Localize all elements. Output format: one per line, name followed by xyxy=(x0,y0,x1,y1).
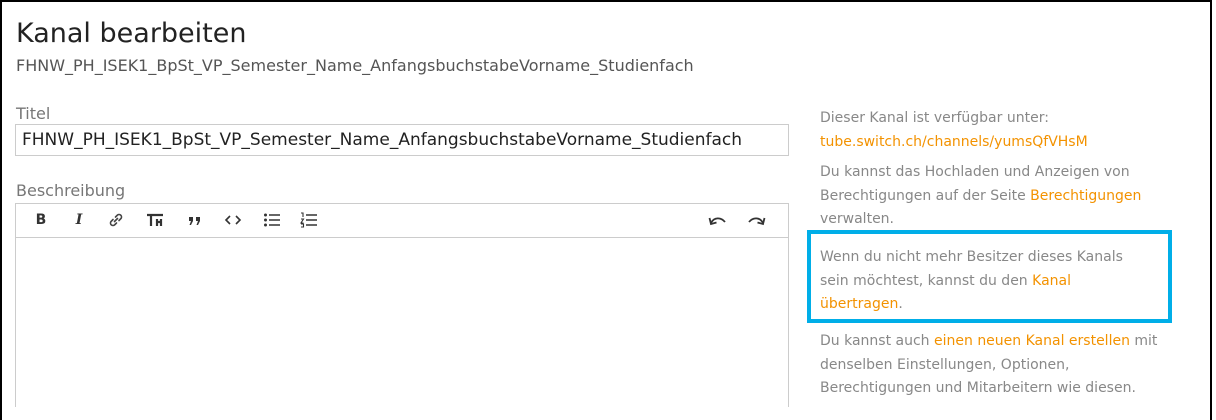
editor-toolbar: B I xyxy=(16,204,788,238)
heading-icon[interactable] xyxy=(144,207,166,233)
link-icon[interactable] xyxy=(105,207,127,233)
permissions-text-2: Berechtigungen auf der Seite xyxy=(820,187,1026,204)
new-channel-text-3: denselben Einstellungen, Optionen, xyxy=(820,356,1070,373)
channel-url-link[interactable]: tube.switch.ch/channels/yumsQfVHsM xyxy=(820,134,1088,150)
ordered-list-icon[interactable] xyxy=(298,207,320,233)
permissions-info: Du kannst das Hochladen und Anzeigen von… xyxy=(820,161,1141,232)
redo-icon[interactable] xyxy=(744,207,768,233)
description-label: Beschreibung xyxy=(16,181,126,200)
new-channel-info: Du kannst auch einen neuen Kanal erstell… xyxy=(820,330,1157,401)
bullet-list-icon[interactable] xyxy=(261,207,283,233)
quote-icon[interactable] xyxy=(184,207,206,233)
new-channel-text-1: Du kannst auch xyxy=(820,333,930,349)
title-label: Titel xyxy=(16,104,51,123)
availability-info: Dieser Kanal ist verfügbar unter: tube.s… xyxy=(820,107,1088,154)
permissions-link[interactable]: Berechtigungen xyxy=(1030,188,1141,204)
description-editor[interactable]: B I xyxy=(15,203,789,407)
new-channel-link[interactable]: einen neuen Kanal erstellen xyxy=(934,333,1130,349)
undo-icon[interactable] xyxy=(706,207,730,233)
availability-text: Dieser Kanal ist verfügbar unter: xyxy=(820,110,1049,126)
channel-name-subtitle: FHNW_PH_ISEK1_BpSt_VP_Semester_Name_Anfa… xyxy=(16,56,694,75)
permissions-text-3: verwalten. xyxy=(820,211,894,227)
italic-button[interactable]: I xyxy=(70,207,88,233)
page-title: Kanal bearbeiten xyxy=(16,18,247,49)
new-channel-text-4: Berechtigungen und Mitarbeitern wie dies… xyxy=(820,380,1136,396)
permissions-text-1: Du kannst das Hochladen und Anzeigen von xyxy=(820,164,1130,180)
title-input[interactable] xyxy=(15,124,789,156)
new-channel-text-2: mit xyxy=(1134,333,1158,349)
transfer-highlight-box xyxy=(807,230,1172,323)
code-icon[interactable] xyxy=(222,207,244,233)
bold-button[interactable]: B xyxy=(32,207,50,233)
